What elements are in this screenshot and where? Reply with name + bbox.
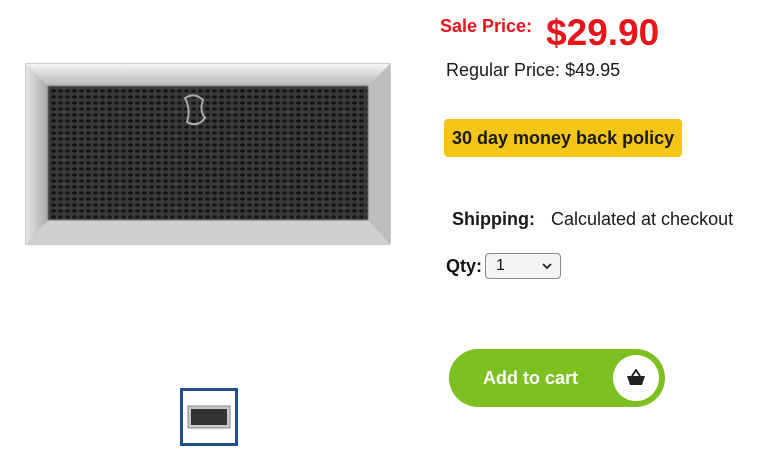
sale-price-label: Sale Price: bbox=[440, 16, 533, 36]
filter-thumbnail-icon bbox=[187, 405, 231, 429]
money-back-badge: 30 day money back policy bbox=[444, 119, 683, 157]
sale-price-row: Sale Price: $29.90 bbox=[440, 12, 659, 51]
chevron-down-icon bbox=[542, 263, 552, 270]
add-to-cart-button[interactable]: Add to cart bbox=[449, 349, 665, 407]
thumbnail-1[interactable] bbox=[180, 388, 238, 446]
sale-price-value: $29.90 bbox=[546, 12, 660, 53]
quantity-select[interactable]: 1 bbox=[485, 253, 561, 279]
money-back-text: 30 day money back policy bbox=[452, 127, 675, 148]
regular-price-value: $49.95 bbox=[565, 60, 621, 80]
regular-price-label: Regular Price: bbox=[446, 60, 561, 80]
filter-photo bbox=[25, 63, 391, 245]
shipping-row: Shipping: Calculated at checkout bbox=[452, 209, 733, 230]
product-image bbox=[22, 58, 394, 248]
shipping-label: Shipping: bbox=[452, 209, 535, 229]
thumbnail-strip bbox=[180, 388, 238, 446]
quantity-selected-value: 1 bbox=[496, 257, 505, 274]
quantity-label: Qty: bbox=[446, 255, 482, 276]
quantity-row: Qty: 1 bbox=[446, 253, 561, 279]
regular-price-row: Regular Price: $49.95 bbox=[446, 60, 620, 81]
basket-icon bbox=[613, 355, 659, 401]
shipping-value: Calculated at checkout bbox=[550, 209, 734, 229]
add-to-cart-label: Add to cart bbox=[483, 367, 579, 388]
